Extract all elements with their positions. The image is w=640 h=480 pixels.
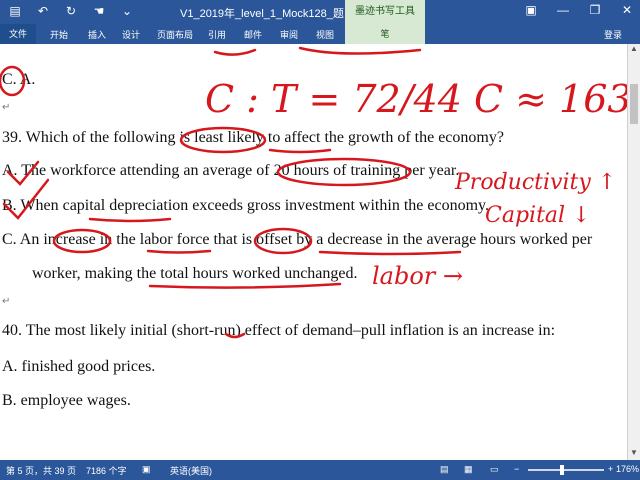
ribbon-display-icon[interactable]: ▣ — [522, 3, 540, 17]
ink-note-labor: labor → — [372, 262, 463, 290]
language-indicator[interactable]: 英语(美国) — [170, 464, 212, 477]
save-icon[interactable]: ▤ — [8, 4, 22, 18]
touch-mode-icon[interactable]: ☚ — [92, 4, 106, 18]
ink-underline-labor-force — [146, 249, 212, 254]
ink-circle-20-hours — [276, 157, 412, 187]
tab-home[interactable]: 开始 — [50, 28, 68, 41]
page-count[interactable]: 第 5 页，共 39 页 — [6, 464, 76, 477]
ink-annotations-layer: C : T = 72/44 C ≈ 163C Productivity ↑ Ca… — [0, 46, 628, 339]
ink-circle-c — [0, 65, 26, 97]
window-controls: ▣ — ❐ ✕ — [522, 3, 636, 17]
ink-note-productivity: Productivity ↑ — [454, 170, 616, 195]
ink-check-b — [2, 178, 50, 220]
minimize-button[interactable]: — — [554, 3, 572, 17]
word-count[interactable]: 7186 个字 — [86, 464, 127, 477]
tab-pen[interactable]: 笔 — [345, 24, 425, 44]
undo-icon[interactable]: ↶ — [36, 4, 50, 18]
tab-file[interactable]: 文件 — [0, 24, 36, 44]
ink-circle-increase — [52, 228, 112, 254]
ink-underline-decrease — [318, 250, 462, 256]
zoom-out-icon[interactable]: − — [514, 464, 519, 474]
redo-icon[interactable]: ↻ — [64, 4, 78, 18]
tab-insert[interactable]: 插入 — [88, 28, 106, 41]
zoom-slider[interactable] — [528, 469, 604, 471]
ink-check-a — [6, 160, 40, 186]
tab-design[interactable]: 设计 — [122, 28, 140, 41]
ink-underline-total-hours — [148, 282, 342, 289]
customize-qat-icon[interactable]: ⌄ — [120, 4, 134, 18]
zoom-level[interactable]: 176% — [616, 464, 639, 474]
title-bar: ▤ ↶ ↻ ☚ ⌄ V1_2019年_level_1_Mock128_题目 [兼… — [0, 0, 640, 24]
zoom-slider-knob[interactable] — [560, 465, 564, 475]
print-layout-icon[interactable]: ▦ — [464, 464, 473, 475]
tab-review[interactable]: 审阅 — [280, 28, 298, 41]
document-page[interactable]: C. A. ↵ 39. Which of the following is le… — [0, 44, 628, 460]
tab-mailings[interactable]: 邮件 — [244, 28, 262, 41]
sign-in-link[interactable]: 登录 — [604, 28, 622, 41]
ink-formula: C : T = 72/44 C ≈ 163C — [205, 77, 628, 121]
quick-access-toolbar: ▤ ↶ ↻ ☚ ⌄ — [8, 4, 134, 18]
ink-tools-context-label: 墨迹书写工具 — [345, 0, 425, 24]
scroll-down-icon[interactable]: ▼ — [628, 448, 640, 460]
proofing-icon[interactable]: ▣ — [142, 464, 151, 475]
read-mode-icon[interactable]: ▤ — [440, 464, 449, 475]
ink-circle-least — [179, 126, 267, 154]
ink-underline-run — [224, 332, 246, 339]
restore-button[interactable]: ❐ — [586, 3, 604, 17]
vertical-scrollbar[interactable]: ▲ ▼ — [627, 44, 640, 460]
status-bar: 第 5 页，共 39 页 7186 个字 ▣ 英语(美国) ▤ ▦ ▭ − + … — [0, 460, 640, 480]
ink-note-capital: Capital ↓ — [485, 203, 591, 228]
close-button[interactable]: ✕ — [618, 3, 636, 17]
ink-underline-likely — [268, 148, 332, 154]
zoom-in-icon[interactable]: + — [608, 464, 613, 474]
web-layout-icon[interactable]: ▭ — [490, 464, 499, 475]
scroll-thumb[interactable] — [630, 84, 638, 124]
tab-view[interactable]: 视图 — [316, 28, 334, 41]
tab-references[interactable]: 引用 — [208, 28, 226, 41]
ribbon-tabs: 文件 开始 插入 设计 页面布局 引用 邮件 审阅 视图 笔 登录 — [0, 24, 640, 44]
ink-stroke-top — [213, 46, 422, 56]
ink-underline-depreciation — [88, 217, 172, 223]
tab-layout[interactable]: 页面布局 — [157, 28, 193, 41]
ink-circle-offset — [253, 227, 313, 255]
scroll-up-icon[interactable]: ▲ — [628, 44, 640, 56]
